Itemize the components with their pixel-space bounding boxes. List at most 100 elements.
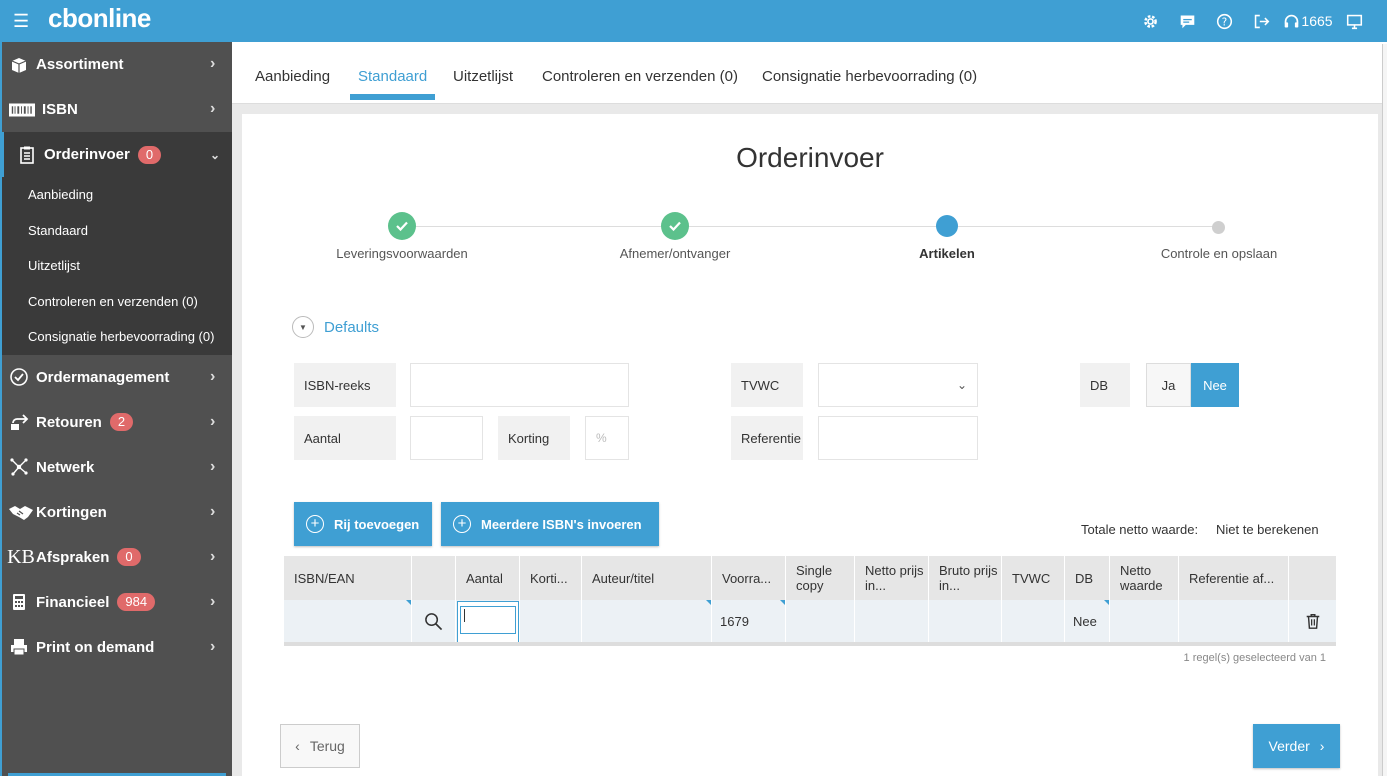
chevron-right-icon: › <box>210 547 216 565</box>
tab-controleren-en-verzenden[interactable]: Controleren en verzenden (0) <box>542 68 738 98</box>
cell-voorraad: 1679 <box>712 600 786 642</box>
chevron-right-icon: › <box>210 367 216 385</box>
col-referentie[interactable]: Referentie af... <box>1179 556 1289 600</box>
db-ja-button[interactable]: Ja <box>1146 363 1191 407</box>
tab-uitzetlijst[interactable]: Uitzetlijst <box>453 68 513 98</box>
cell-isbn[interactable] <box>284 600 412 642</box>
sidebar-item-orderinvoer[interactable]: Orderinvoer 0 ⌄ <box>0 132 232 177</box>
selection-count: 1 regel(s) geselecteerd van 1 <box>1183 652 1326 664</box>
db-nee-button[interactable]: Nee <box>1191 363 1239 407</box>
headset-indicator[interactable]: 1665 <box>1280 10 1336 32</box>
app-logo[interactable]: cbonline <box>48 3 151 33</box>
sidebar-item-label: Netwerk <box>36 458 95 476</box>
headset-icon <box>1285 14 1299 27</box>
clipboard-icon <box>16 144 38 166</box>
sidebar-subitem-controleren[interactable]: Controleren en verzenden (0) <box>0 284 232 320</box>
page-scrollbar[interactable] <box>1382 44 1387 776</box>
aantal-input[interactable] <box>410 416 483 460</box>
order-card: Orderinvoer Leveringsvoorwaarden Afnemer… <box>242 114 1378 776</box>
sidebar-subitem-aanbieding[interactable]: Aanbieding <box>0 177 232 213</box>
logout-icon[interactable] <box>1243 10 1280 32</box>
sidebar-subitem-consignatie[interactable]: Consignatie herbevoorrading (0) <box>0 319 232 355</box>
top-icons: ? 1665 <box>1132 10 1373 32</box>
top-bar: ☰ cbonline ? 1665 <box>0 0 1387 42</box>
sidebar-item-retouren[interactable]: Retouren 2 › <box>0 400 232 445</box>
sidebar-item-isbn[interactable]: ISBN › <box>0 87 232 132</box>
barcode-icon <box>8 99 36 121</box>
check-circle-icon <box>8 366 30 388</box>
referentie-input[interactable] <box>818 416 978 460</box>
aantal-cell-editor[interactable] <box>457 601 519 643</box>
tab-aanbieding[interactable]: Aanbieding <box>255 68 330 98</box>
tab-standaard[interactable]: Standaard <box>349 68 436 100</box>
retouren-badge: 2 <box>109 413 134 431</box>
step-current-indicator <box>936 215 958 237</box>
multi-isbn-button[interactable]: + Meerdere ISBN's invoeren <box>441 502 659 546</box>
korting-input[interactable]: % <box>585 416 629 460</box>
cell-db[interactable]: Nee <box>1065 600 1110 642</box>
tab-consignatie-herbevoorrading[interactable]: Consignatie herbevoorrading (0) <box>762 68 977 98</box>
step-label-afnemer[interactable]: Afnemer/ontvanger <box>575 246 775 261</box>
help-icon[interactable]: ? <box>1206 10 1243 32</box>
edit-marker <box>706 600 711 605</box>
sidebar-item-label: Orderinvoer <box>44 146 130 163</box>
chevron-right-icon: › <box>210 55 216 72</box>
sidebar-subitem-standaard[interactable]: Standaard <box>0 213 232 249</box>
back-button[interactable]: ‹ Terug <box>280 724 360 768</box>
defaults-label: Defaults <box>324 318 380 336</box>
chevron-right-icon: › <box>210 637 216 655</box>
cell-tvwc[interactable] <box>1002 600 1065 642</box>
monitor-icon[interactable] <box>1336 10 1373 32</box>
table-row[interactable]: 1679 Nee <box>284 600 1336 643</box>
cell-referentie[interactable] <box>1179 600 1289 642</box>
col-isbn[interactable]: ISBN/EAN <box>284 556 412 600</box>
grid-scrollbar[interactable] <box>284 642 1336 646</box>
cell-db-value: Nee <box>1073 613 1097 629</box>
trash-icon[interactable] <box>1289 600 1336 642</box>
col-netto-waarde[interactable]: Netto waarde <box>1110 556 1179 600</box>
sidebar-item-netwerk[interactable]: Netwerk › <box>0 445 232 490</box>
db-label: DB <box>1080 363 1130 407</box>
col-bruto-prijs[interactable]: Bruto prijs in... <box>929 556 1002 600</box>
chevron-right-icon: › <box>210 100 216 117</box>
defaults-toggle[interactable]: ▼ Defaults <box>292 316 379 338</box>
korting-label: Korting <box>498 416 570 460</box>
gear-icon[interactable] <box>1132 10 1169 32</box>
chevron-down-icon: ⌄ <box>210 148 221 162</box>
step-label-leveringsvoorwaarden[interactable]: Leveringsvoorwaarden <box>302 246 502 261</box>
col-netto-prijs[interactable]: Netto prijs in... <box>855 556 929 600</box>
sidebar-item-print-on-demand[interactable]: Print on demand › <box>0 625 232 670</box>
sidebar-item-assortiment[interactable]: Assortiment › <box>0 42 232 87</box>
network-icon <box>8 456 30 478</box>
sidebar-item-afspraken[interactable]: KB Afspraken 0 › <box>0 535 232 580</box>
col-voorraad[interactable]: Voorra... <box>712 556 786 600</box>
col-korting[interactable]: Korti... <box>520 556 582 600</box>
sidebar-item-label: Ordermanagement <box>36 368 170 386</box>
handshake-icon <box>8 501 34 523</box>
tvwc-select[interactable]: ⌄ <box>818 363 978 407</box>
sidebar-item-ordermanagement[interactable]: Ordermanagement › <box>0 355 232 400</box>
col-single-copy[interactable]: Single copy <box>786 556 855 600</box>
sidebar-item-financieel[interactable]: Financieel 984 › <box>0 580 232 625</box>
menu-icon[interactable]: ☰ <box>13 11 31 31</box>
chevron-left-icon: ‹ <box>295 738 300 754</box>
sidebar-item-label: Afspraken <box>36 548 110 566</box>
add-row-button[interactable]: + Rij toevoegen <box>294 502 432 546</box>
isbn-reeks-input[interactable] <box>410 363 629 407</box>
triangle-down-icon: ▼ <box>292 316 314 338</box>
next-button[interactable]: Verder › <box>1253 724 1340 768</box>
cell-netto-prijs <box>855 600 929 642</box>
check-icon <box>396 221 408 232</box>
cell-korting[interactable] <box>520 600 582 642</box>
chat-icon[interactable] <box>1169 10 1206 32</box>
col-auteur-titel[interactable]: Auteur/titel <box>582 556 712 600</box>
tab-bar: Aanbieding Standaard Uitzetlijst Control… <box>232 42 1387 104</box>
col-aantal[interactable]: Aantal <box>456 556 520 600</box>
aantal-cell-input[interactable] <box>460 606 516 634</box>
col-db[interactable]: DB <box>1065 556 1110 600</box>
sidebar-item-kortingen[interactable]: Kortingen › <box>0 490 232 535</box>
col-tvwc[interactable]: TVWC <box>1002 556 1065 600</box>
search-icon[interactable] <box>412 600 456 642</box>
step-todo-indicator <box>1212 221 1225 234</box>
sidebar-subitem-uitzetlijst[interactable]: Uitzetlijst <box>0 248 232 284</box>
